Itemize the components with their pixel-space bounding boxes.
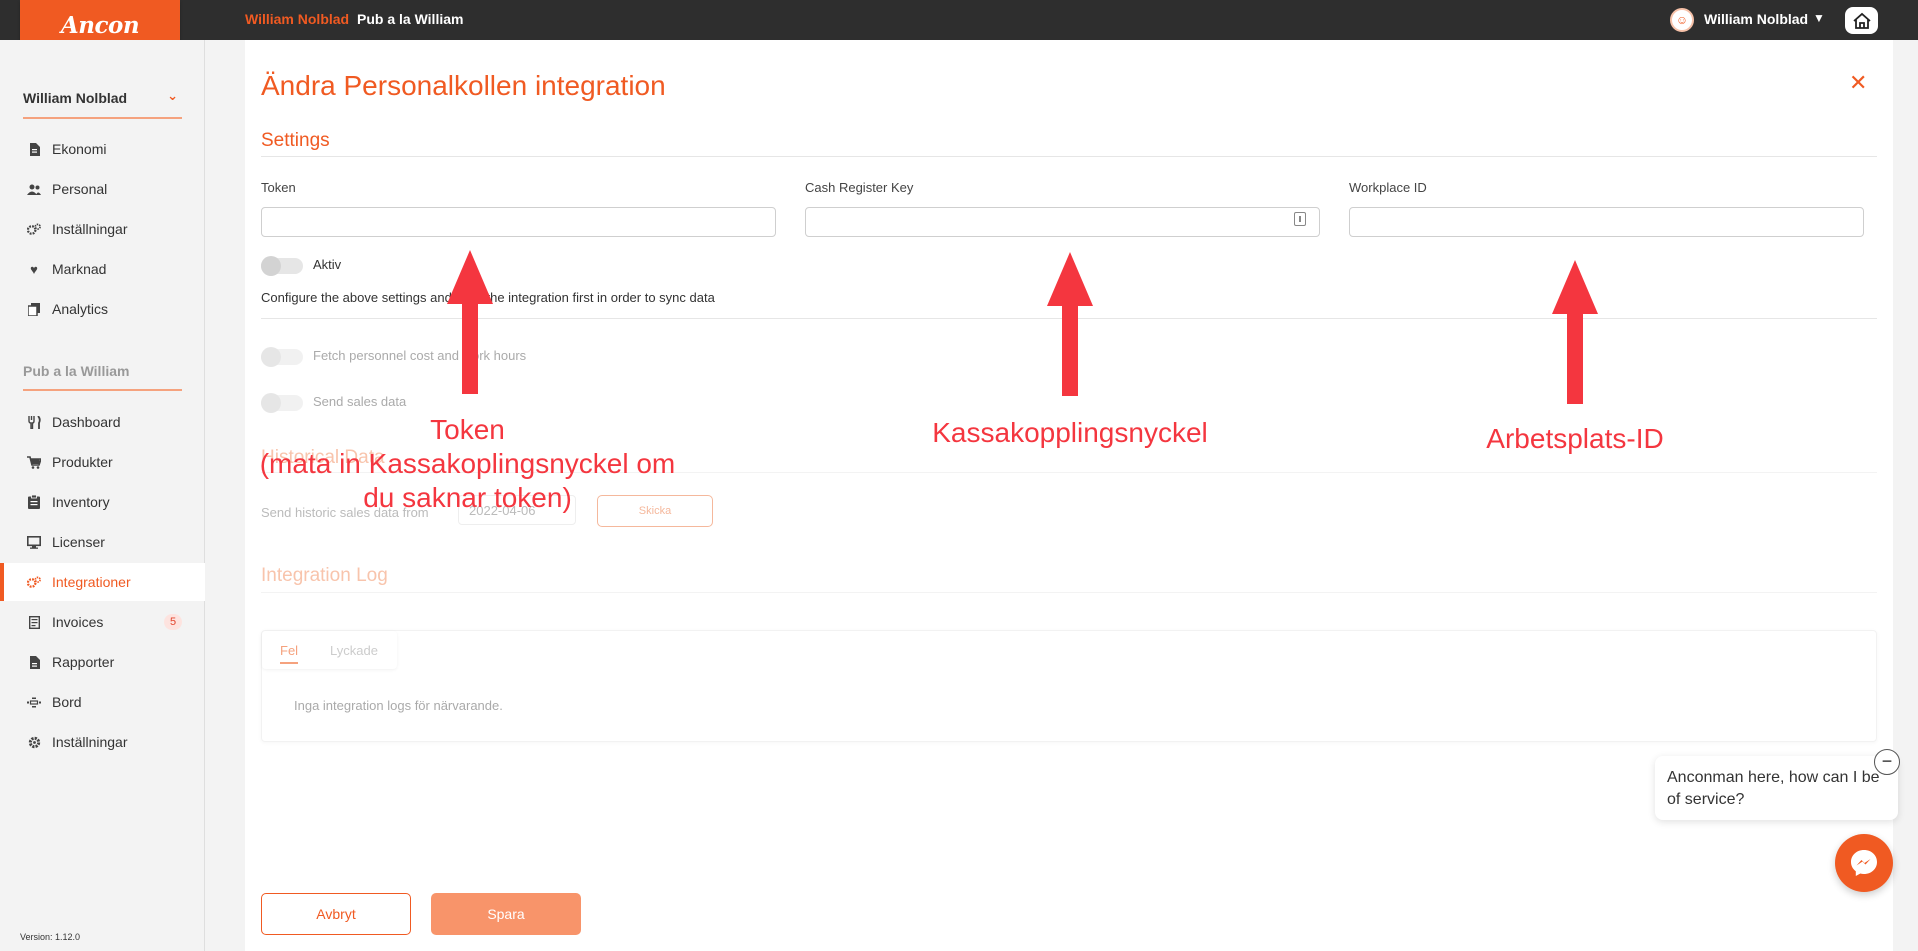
gears-icon bbox=[27, 222, 41, 236]
sidebar-item-invoices[interactable]: Invoices 5 bbox=[0, 603, 205, 641]
token-arrow bbox=[447, 250, 493, 394]
sidebar-item-label: Dashboard bbox=[52, 414, 121, 430]
sidebar-item-inventory[interactable]: Inventory bbox=[0, 483, 205, 521]
cart-icon bbox=[27, 455, 41, 469]
sidebar-venue-heading: Pub a la William bbox=[23, 363, 182, 391]
document-icon bbox=[27, 142, 41, 156]
sidebar-item-label: Inventory bbox=[52, 494, 110, 510]
log-divider bbox=[261, 592, 1877, 593]
cash-register-key-label: Cash Register Key bbox=[805, 180, 914, 195]
sidebar-item-label: Rapporter bbox=[52, 654, 115, 670]
breadcrumb-venue[interactable]: Pub a la William bbox=[357, 11, 463, 27]
sidebar-item-bord[interactable]: Bord bbox=[0, 683, 205, 721]
token-annotation-line2: (mata in Kassakoplingsnyckel om bbox=[259, 448, 676, 479]
token-annotation-line3: du saknar token) bbox=[363, 482, 572, 513]
workplace-annotation: Arbetsplats-ID bbox=[1486, 423, 1664, 454]
workplace-arrow bbox=[1552, 260, 1598, 404]
sidebar-user-selector[interactable]: William Nolblad ⌄ bbox=[23, 88, 182, 119]
log-empty-message: Inga integration logs för närvarande. bbox=[294, 698, 503, 713]
copy-icon bbox=[27, 302, 41, 316]
cash-register-key-input[interactable] bbox=[805, 207, 1320, 237]
sidebar-item-label: Personal bbox=[52, 181, 108, 197]
active-toggle[interactable] bbox=[261, 256, 303, 276]
sidebar-item-label: Invoices bbox=[52, 614, 104, 630]
home-button[interactable] bbox=[1845, 7, 1878, 34]
tab-success[interactable]: Lyckade bbox=[330, 643, 378, 658]
breadcrumb-user[interactable]: William Nolblad bbox=[245, 11, 349, 27]
active-label: Aktiv bbox=[313, 257, 342, 272]
token-input[interactable] bbox=[261, 207, 776, 237]
app-version: Version: 1.12.0 bbox=[20, 932, 81, 942]
cash-key-annotation: Kassakopplingsnyckel bbox=[932, 417, 1208, 448]
sidebar-item-label: Licenser bbox=[52, 534, 105, 550]
workplace-id-label: Workplace ID bbox=[1349, 180, 1427, 195]
cash-key-arrow bbox=[1047, 252, 1093, 396]
home-icon bbox=[1852, 12, 1871, 29]
cutlery-icon bbox=[27, 415, 41, 429]
sidebar-venue-name: Pub a la William bbox=[23, 363, 130, 379]
chat-minimize-button[interactable]: − bbox=[1874, 749, 1900, 775]
user-menu-name[interactable]: William Nolblad bbox=[1704, 11, 1808, 27]
settings-divider bbox=[261, 156, 1877, 157]
log-tabs: Fel Lyckade bbox=[262, 631, 397, 669]
token-label: Token bbox=[261, 180, 296, 195]
top-bar: Ancon William Nolblad Pub a la William ☺… bbox=[0, 0, 1918, 49]
invoice-icon bbox=[27, 615, 41, 629]
close-icon[interactable]: ✕ bbox=[1849, 70, 1867, 96]
sidebar-item-licenser[interactable]: Licenser bbox=[0, 523, 205, 561]
table-icon bbox=[27, 695, 41, 709]
password-manager-icon[interactable] bbox=[1294, 212, 1306, 226]
sidebar-item-label: Inställningar bbox=[52, 734, 128, 750]
integration-log-heading: Integration Log bbox=[261, 565, 388, 586]
settings-heading: Settings bbox=[261, 130, 330, 151]
sidebar-item-ekonomi[interactable]: Ekonomi bbox=[0, 130, 205, 168]
gears-icon bbox=[27, 575, 41, 589]
people-icon bbox=[27, 182, 41, 196]
monitor-icon bbox=[27, 535, 41, 549]
report-icon bbox=[27, 655, 41, 669]
sidebar-item-marknad[interactable]: ♥ Marknad bbox=[0, 250, 205, 288]
sidebar-item-installningar-user[interactable]: Inställningar bbox=[0, 210, 205, 248]
sidebar-item-installningar-venue[interactable]: Inställningar bbox=[0, 723, 205, 761]
heart-icon: ♥ bbox=[30, 261, 38, 277]
sidebar-item-rapporter[interactable]: Rapporter bbox=[0, 643, 205, 681]
integration-log-box: Fel Lyckade Inga integration logs för nä… bbox=[261, 630, 1877, 742]
sidebar-item-label: Inställningar bbox=[52, 221, 128, 237]
sidebar-item-integrationer[interactable]: Integrationer bbox=[0, 563, 205, 601]
sidebar-item-label: Produkter bbox=[52, 454, 113, 470]
send-sales-label: Send sales data bbox=[313, 394, 407, 409]
sidebar-user-name: William Nolblad bbox=[23, 90, 128, 106]
messenger-icon bbox=[1851, 850, 1877, 876]
chevron-down-icon[interactable]: ▼ bbox=[1813, 11, 1825, 25]
cancel-button[interactable]: Avbryt bbox=[261, 893, 411, 935]
workplace-id-input[interactable] bbox=[1349, 207, 1864, 237]
page-title: Ändra Personalkollen integration bbox=[261, 70, 666, 101]
sidebar-item-personal[interactable]: Personal bbox=[0, 170, 205, 208]
token-annotation-line1: Token bbox=[430, 414, 505, 445]
fetch-personnel-toggle[interactable] bbox=[261, 347, 303, 367]
sidebar-item-produkter[interactable]: Produkter bbox=[0, 443, 205, 481]
sidebar-item-label: Bord bbox=[52, 694, 82, 710]
send-sales-toggle[interactable] bbox=[261, 393, 303, 413]
save-button[interactable]: Spara bbox=[431, 893, 581, 935]
sidebar-item-label: Marknad bbox=[52, 261, 107, 277]
sidebar-item-label: Ekonomi bbox=[52, 141, 107, 157]
chat-launcher-button[interactable] bbox=[1835, 834, 1893, 892]
tab-errors[interactable]: Fel bbox=[280, 643, 299, 664]
sidebar-item-label: Integrationer bbox=[52, 574, 131, 590]
avatar[interactable]: ☺ bbox=[1670, 8, 1694, 32]
chevron-down-icon[interactable]: ⌄ bbox=[167, 88, 178, 104]
invoices-count-badge: 5 bbox=[164, 614, 182, 630]
sidebar-item-label: Analytics bbox=[52, 301, 109, 317]
gear-icon bbox=[27, 735, 41, 749]
sidebar: William Nolblad ⌄ Ekonomi Personal Instä… bbox=[0, 40, 205, 951]
clipboard-icon bbox=[27, 495, 41, 509]
sidebar-item-dashboard[interactable]: Dashboard bbox=[0, 403, 205, 441]
sidebar-item-analytics[interactable]: Analytics bbox=[0, 290, 205, 328]
token-annotation: Token (mata in Kassakoplingsnyckel om du… bbox=[230, 413, 705, 515]
chat-message-bubble[interactable]: Anconman here, how can I be of service? bbox=[1655, 756, 1898, 820]
